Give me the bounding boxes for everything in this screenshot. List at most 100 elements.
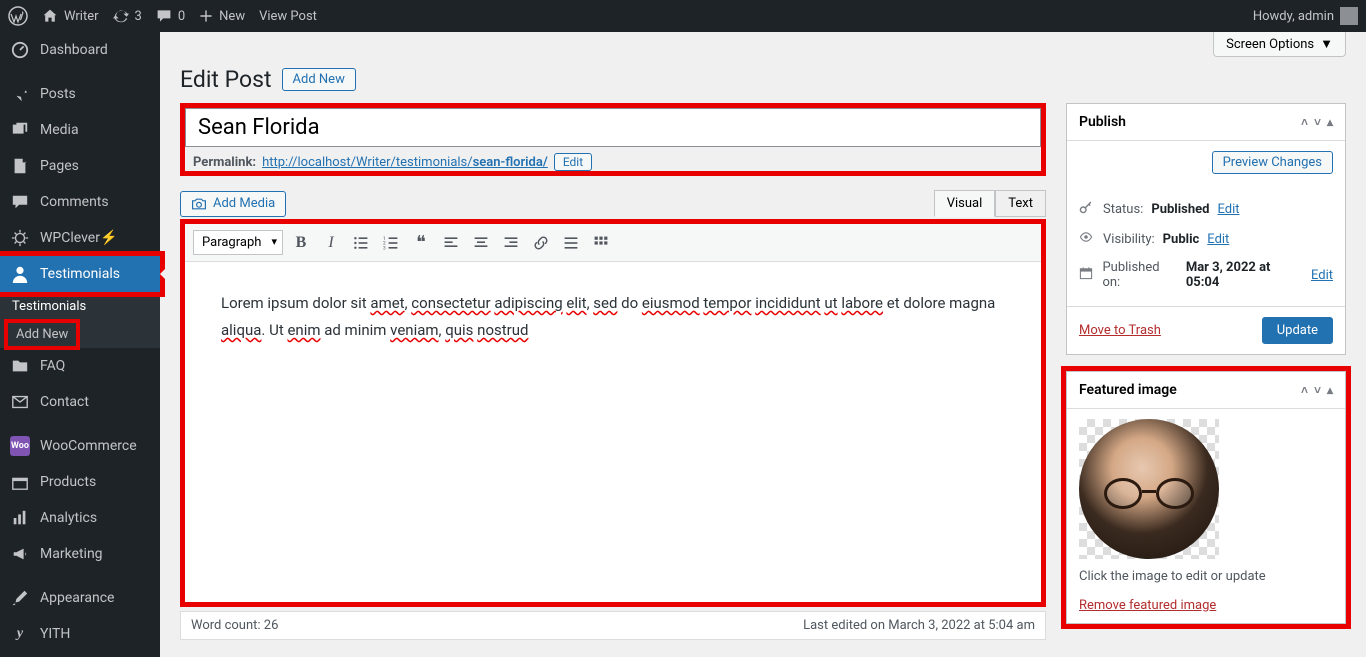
link-button[interactable] (531, 233, 551, 253)
new-label: New (219, 9, 245, 24)
collapse-icon[interactable]: ▴ (1327, 383, 1333, 397)
italic-button[interactable]: I (321, 233, 341, 253)
publish-title: Publish (1079, 114, 1126, 130)
yith-icon: y (10, 624, 30, 644)
featured-image-metabox: Featured image ˄ ˅ ▴ Cl (1066, 371, 1346, 624)
move-down-icon[interactable]: ˅ (1314, 115, 1321, 129)
featured-image-title: Featured image (1079, 382, 1177, 398)
edit-date-link[interactable]: Edit (1311, 268, 1333, 283)
align-center-button[interactable] (471, 233, 491, 253)
move-to-trash-link[interactable]: Move to Trash (1079, 323, 1161, 338)
screen-options-button[interactable]: Screen Options ▼ (1213, 32, 1346, 57)
wpclever-icon (10, 228, 30, 248)
updates-count: 3 (135, 9, 142, 24)
permalink-label: Permalink: (193, 155, 256, 170)
format-select[interactable]: Paragraph (193, 230, 283, 255)
featured-image-hint: Click the image to edit or update (1079, 569, 1333, 584)
camera-icon (191, 196, 207, 212)
menu-comments[interactable]: Comments (0, 184, 160, 220)
site-name-link[interactable]: Writer (42, 8, 99, 24)
publish-metabox: Publish ˄ ˅ ▴ Preview Changes Status: Pu… (1066, 103, 1346, 355)
post-title-input[interactable] (185, 108, 1041, 147)
edit-visibility-link[interactable]: Edit (1207, 232, 1229, 247)
products-icon (10, 472, 30, 492)
menu-testimonials[interactable]: Testimonials (0, 256, 160, 292)
align-right-button[interactable] (501, 233, 521, 253)
menu-analytics[interactable]: Analytics (0, 500, 160, 536)
wordpress-icon (8, 6, 28, 26)
move-up-icon[interactable]: ˄ (1301, 383, 1308, 397)
user-icon (10, 264, 30, 284)
pin-icon (10, 84, 30, 104)
home-icon (42, 8, 58, 24)
toolbar-toggle-button[interactable] (591, 233, 611, 253)
comments-count: 0 (178, 9, 185, 24)
menu-media[interactable]: Media (0, 112, 160, 148)
megaphone-icon (10, 544, 30, 564)
chevron-down-icon: ▼ (1320, 36, 1333, 52)
editor-toolbar: Paragraph B I 123 ❝ (185, 224, 1041, 262)
menu-wpclever[interactable]: WPClever⚡ (0, 220, 160, 256)
analytics-icon (10, 508, 30, 528)
submenu-top[interactable]: Testimonials (0, 292, 160, 321)
menu-posts[interactable]: Posts (0, 76, 160, 112)
howdy-text: Howdy, admin (1253, 9, 1334, 24)
submenu-add-new[interactable]: Add New (8, 323, 76, 346)
readmore-button[interactable] (561, 233, 581, 253)
edit-slug-button[interactable]: Edit (554, 153, 592, 171)
comments-link[interactable]: 0 (156, 8, 185, 24)
collapse-icon[interactable]: ▴ (1327, 115, 1333, 129)
menu-products[interactable]: Products (0, 464, 160, 500)
woocommerce-icon: Woo (10, 436, 30, 456)
avatar-icon (1340, 7, 1358, 25)
updates-link[interactable]: 3 (113, 8, 142, 24)
pages-icon (10, 156, 30, 176)
menu-pages[interactable]: Pages (0, 148, 160, 184)
wp-logo[interactable] (8, 6, 28, 26)
admin-sidebar: Dashboard Posts Media Pages Comments WPC… (0, 32, 160, 657)
menu-dashboard[interactable]: Dashboard (0, 32, 160, 68)
add-media-button[interactable]: Add Media (180, 191, 286, 217)
svg-text:3: 3 (383, 245, 386, 251)
menu-contact[interactable]: Contact (0, 384, 160, 420)
comments-icon (10, 192, 30, 212)
remove-featured-image-link[interactable]: Remove featured image (1079, 598, 1216, 613)
account-link[interactable]: Howdy, admin (1253, 7, 1358, 25)
calendar-icon (1079, 266, 1094, 284)
tab-visual[interactable]: Visual (934, 190, 996, 217)
folder-icon (10, 356, 30, 376)
last-edited: Last edited on March 3, 2022 at 5:04 am (803, 618, 1035, 633)
update-button[interactable]: Update (1262, 317, 1333, 344)
featured-image-thumbnail[interactable] (1079, 419, 1219, 559)
add-new-button[interactable]: Add New (282, 68, 356, 91)
align-left-button[interactable] (441, 233, 461, 253)
menu-marketing[interactable]: Marketing (0, 536, 160, 572)
preview-changes-button[interactable]: Preview Changes (1212, 151, 1333, 174)
site-name: Writer (64, 9, 99, 24)
menu-faq[interactable]: FAQ (0, 348, 160, 384)
number-list-button[interactable]: 123 (381, 233, 401, 253)
key-icon (1079, 200, 1095, 218)
menu-appearance[interactable]: Appearance (0, 580, 160, 616)
word-count: Word count: 26 (191, 618, 278, 633)
edit-status-link[interactable]: Edit (1217, 202, 1239, 217)
menu-woocommerce[interactable]: Woo WooCommerce (0, 428, 160, 464)
view-post-link[interactable]: View Post (259, 9, 317, 24)
bold-button[interactable]: B (291, 233, 311, 253)
brush-icon (10, 588, 30, 608)
menu-yith[interactable]: y YITH (0, 616, 160, 652)
dashboard-icon (10, 40, 30, 60)
move-down-icon[interactable]: ˅ (1314, 383, 1321, 397)
quote-button[interactable]: ❝ (411, 233, 431, 253)
media-icon (10, 120, 30, 140)
page-heading: Edit Post (180, 66, 272, 93)
new-content-link[interactable]: New (199, 9, 245, 24)
content-area: Screen Options ▼ Edit Post Add New Perma… (160, 32, 1366, 657)
move-up-icon[interactable]: ˄ (1301, 115, 1308, 129)
tab-text[interactable]: Text (995, 190, 1046, 217)
bullet-list-button[interactable] (351, 233, 371, 253)
editor-content[interactable]: Lorem ipsum dolor sit amet, consectetur … (185, 262, 1041, 602)
permalink-link[interactable]: http://localhost/Writer/testimonials/sea… (262, 155, 548, 170)
plus-icon (199, 9, 213, 23)
editor-status-bar: Word count: 26 Last edited on March 3, 2… (180, 611, 1046, 640)
